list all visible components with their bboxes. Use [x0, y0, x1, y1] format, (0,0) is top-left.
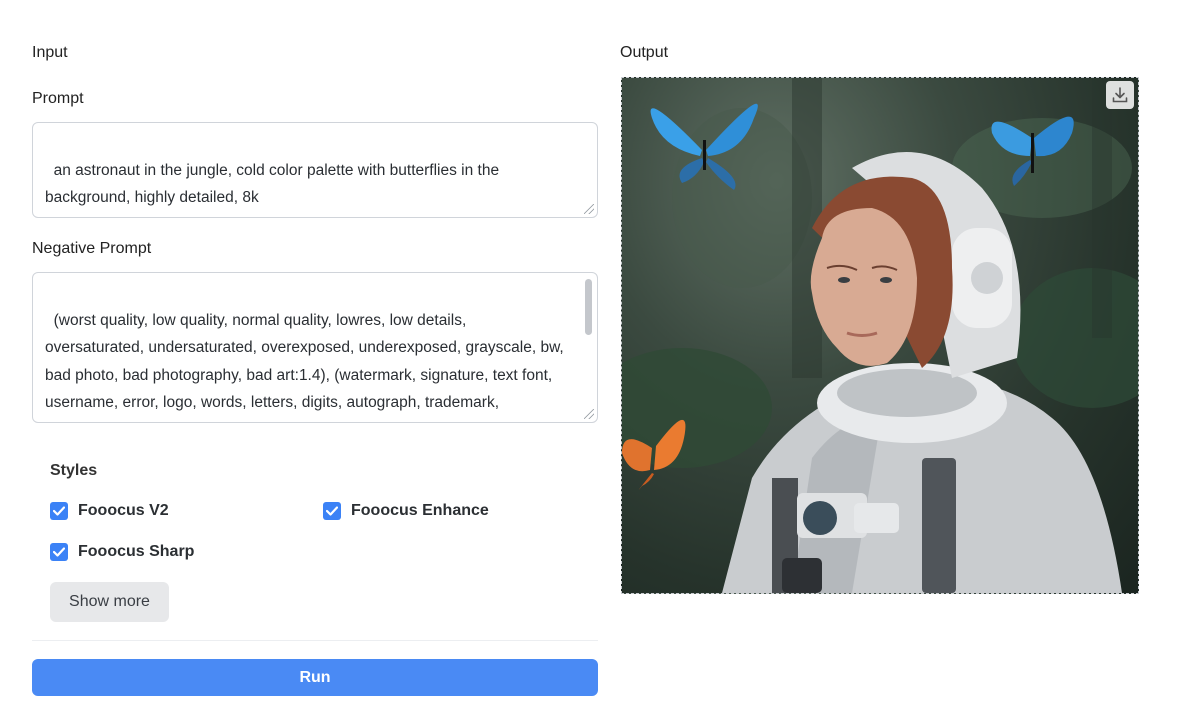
- prompt-text: an astronaut in the jungle, cold color p…: [45, 161, 504, 207]
- negative-prompt-label: Negative Prompt: [32, 240, 152, 257]
- output-section-title: Output: [620, 44, 669, 61]
- download-icon: [1112, 87, 1128, 103]
- checkbox-checked-icon[interactable]: [323, 502, 341, 520]
- negative-prompt-scrollbar[interactable]: [584, 277, 593, 417]
- resize-handle-icon[interactable]: [584, 409, 594, 419]
- styles-title: Styles: [50, 462, 98, 479]
- checkbox-checked-icon[interactable]: [50, 543, 68, 561]
- negative-prompt-text: (worst quality, low quality, normal qual…: [45, 311, 564, 423]
- checkbox-checked-icon[interactable]: [50, 502, 68, 520]
- negative-prompt-textarea[interactable]: (worst quality, low quality, normal qual…: [32, 272, 598, 423]
- style-checkbox-fooocus-enhance[interactable]: Fooocus Enhance: [323, 502, 489, 520]
- prompt-label: Prompt: [32, 90, 84, 107]
- style-label: Fooocus V2: [78, 502, 169, 519]
- output-image[interactable]: [621, 77, 1139, 594]
- resize-handle-icon[interactable]: [584, 204, 594, 214]
- run-button[interactable]: Run: [32, 659, 598, 696]
- style-label: Fooocus Sharp: [78, 543, 195, 560]
- show-more-button[interactable]: Show more: [50, 582, 169, 622]
- style-checkbox-fooocus-sharp[interactable]: Fooocus Sharp: [50, 543, 194, 561]
- scrollbar-thumb[interactable]: [585, 279, 592, 335]
- input-section-title: Input: [32, 44, 68, 61]
- style-checkbox-fooocus-v2[interactable]: Fooocus V2: [50, 502, 169, 520]
- generated-astronaut-image: [622, 78, 1138, 593]
- prompt-textarea[interactable]: an astronaut in the jungle, cold color p…: [32, 122, 598, 218]
- download-button[interactable]: [1106, 81, 1134, 109]
- styles-panel: Styles Fooocus V2 Fooocus Enhance Fooocu…: [32, 444, 598, 641]
- style-label: Fooocus Enhance: [351, 502, 489, 519]
